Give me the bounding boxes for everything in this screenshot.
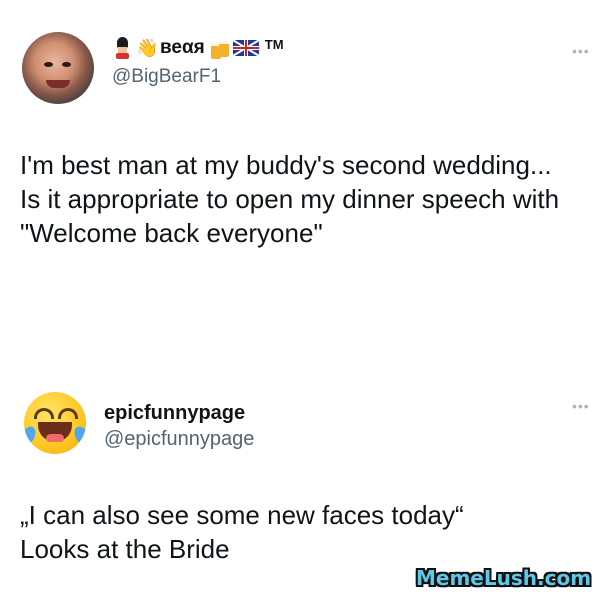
avatar-eye: [44, 62, 53, 67]
user-name-row[interactable]: epicfunnypage: [104, 400, 245, 426]
tear-icon: [24, 423, 39, 447]
beer-mugs-icon: [209, 37, 229, 59]
more-options-icon[interactable]: •••: [572, 43, 590, 59]
waving-hand-icon: 👋: [136, 38, 159, 58]
display-name: epicfunnypage: [104, 401, 246, 424]
emoji-eye: [34, 408, 54, 419]
user-handle[interactable]: @BigBearF1: [112, 66, 221, 88]
emoji-tongue: [46, 434, 64, 442]
tweet-text: „I can also see some new faces today“ Lo…: [20, 500, 464, 564]
user-name-row[interactable]: 👋 веαя TM: [112, 34, 284, 62]
trademark-suffix: TM: [264, 36, 284, 52]
more-options-icon[interactable]: •••: [572, 398, 590, 414]
tweet-text: I'm best man at my buddy's second weddin…: [20, 150, 560, 248]
avatar[interactable]: [22, 32, 94, 104]
avatar-mouth: [46, 80, 70, 88]
avatar[interactable]: [24, 392, 86, 454]
emoji-eye: [58, 408, 78, 419]
uk-flag-icon: [232, 40, 259, 56]
tear-icon: [71, 423, 86, 447]
avatar-eye: [62, 62, 71, 67]
user-handle[interactable]: @epicfunnypage: [104, 428, 254, 451]
guard-icon: [112, 37, 132, 59]
tweet-original: 👋 веαя TM @BigBearF1 ••• I'm best man at…: [0, 0, 608, 360]
display-name: веαя: [160, 37, 205, 58]
watermark: MemeLush.com: [416, 566, 592, 590]
